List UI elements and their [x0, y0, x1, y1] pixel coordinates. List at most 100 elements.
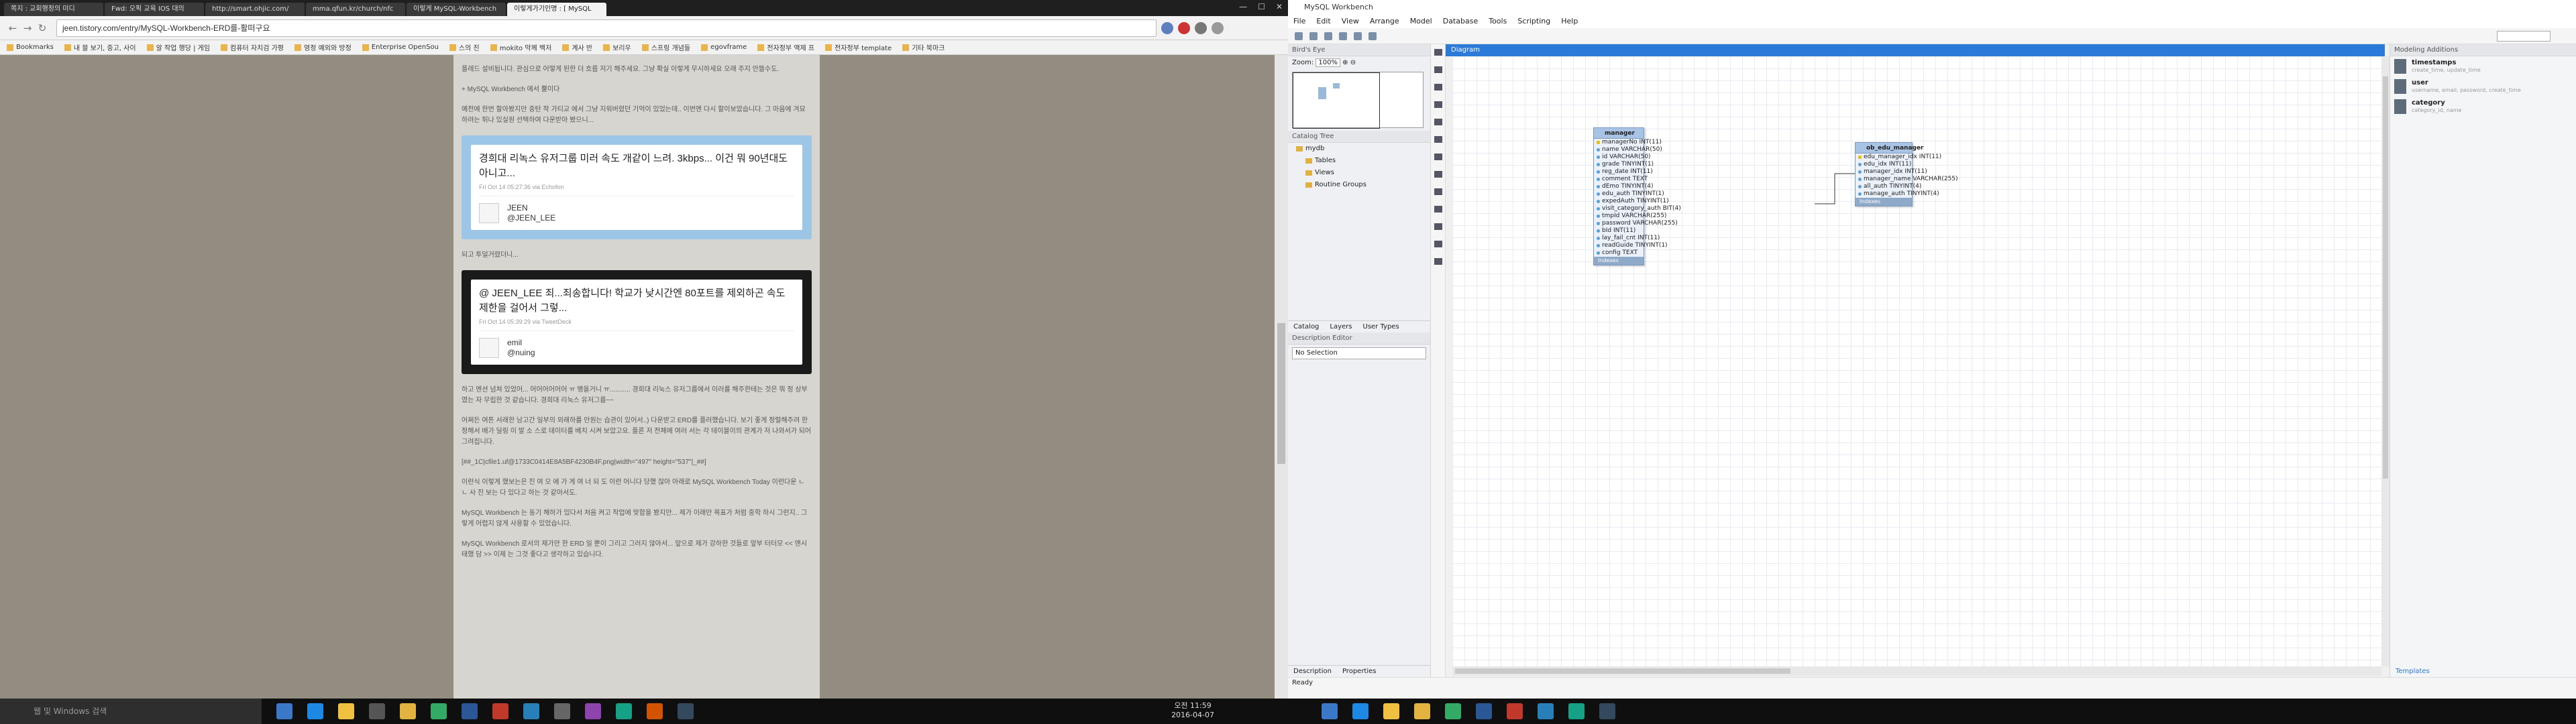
mysql-workbench-icon[interactable] [678, 703, 694, 719]
bookmark[interactable]: mokito 막께 백저 [490, 42, 551, 52]
note-tool-icon[interactable] [1434, 119, 1442, 125]
tab-description[interactable]: Description [1288, 666, 1337, 677]
bookmark[interactable]: 영정 예외와 방정 [294, 42, 352, 52]
entity-manager[interactable]: manager managerNo INT(11) name VARCHAR(50… [1593, 127, 1681, 265]
table-tool-icon[interactable] [1434, 154, 1442, 160]
tweet-text[interactable]: @ JEEN_LEE 죄...죄송합니다! 학교가 낮시간엔 80포트를 제외하… [479, 286, 794, 316]
edge-icon[interactable] [1352, 703, 1368, 719]
tweet-handle[interactable]: @JEEN_LEE [507, 213, 555, 223]
maximize-icon[interactable]: ☐ [1258, 2, 1265, 11]
reload-icon[interactable]: ↻ [35, 22, 50, 34]
horizontal-scrollbar[interactable] [1452, 666, 2381, 676]
snippet-item[interactable]: category category_id, name [2390, 97, 2576, 117]
extension-icon[interactable] [1178, 21, 1190, 34]
menu-help[interactable]: Help [1561, 15, 1578, 28]
entity-column[interactable]: edu_auth TINYINT(1) [1594, 190, 1664, 198]
bookmark[interactable]: 전자정부 액제 프 [757, 42, 814, 52]
forward-icon[interactable]: → [20, 22, 35, 34]
redo-icon[interactable] [1354, 32, 1362, 40]
tweet-text[interactable]: 경희대 리녹스 유저그룹 미러 속도 개같이 느려. 3kbps... 이건 뭐… [479, 152, 794, 181]
app-icon[interactable] [1445, 703, 1461, 719]
entity-column[interactable]: manage_auth TINYINT(4) [1856, 190, 1939, 198]
browser-tab[interactable]: Fwd: 오픽 교육 IOS 대의 [105, 3, 204, 16]
entity-column[interactable]: config TEXT [1594, 249, 1644, 257]
clock[interactable]: 오전 11:59 2016-04-07 [1171, 701, 1214, 720]
scroll-thumb[interactable] [1455, 668, 1790, 674]
entity-column[interactable]: manager_idx INT(11) [1856, 168, 1927, 176]
app-icon[interactable] [462, 703, 478, 719]
bookmark[interactable]: 내 블 보기, 중고, 사이 [64, 42, 136, 52]
app-icon[interactable] [554, 703, 570, 719]
snippet-item[interactable]: timestamps create_time, update_time [2390, 56, 2576, 76]
tweet-name[interactable]: JEEN [507, 203, 555, 213]
entity-column[interactable]: password VARCHAR(255) [1594, 220, 1678, 227]
edge-icon[interactable] [307, 703, 323, 719]
entity-column[interactable]: dEmo TINYINT(4) [1594, 183, 1654, 190]
app-icon[interactable] [1568, 703, 1585, 719]
menu-tools[interactable]: Tools [1489, 15, 1507, 28]
browser-tab[interactable]: mma.qfun.kr/church/nfc [306, 3, 405, 16]
tab-catalog[interactable]: Catalog [1288, 321, 1324, 333]
minimize-icon[interactable]: — [1239, 2, 1247, 11]
birds-eye-view[interactable] [1292, 72, 1424, 129]
new-icon[interactable] [1295, 32, 1303, 40]
entity-column[interactable]: name VARCHAR(50) [1594, 146, 1662, 154]
app-icon[interactable] [431, 703, 447, 719]
bookmark[interactable]: egovframe [701, 44, 747, 51]
menu-model[interactable]: Model [1410, 15, 1432, 28]
menu-scripting[interactable]: Scripting [1517, 15, 1550, 28]
tab-diagram[interactable]: Diagram [1446, 44, 2385, 56]
bookmark[interactable]: Bookmarks [7, 44, 54, 51]
app-icon[interactable] [585, 703, 601, 719]
tab-properties[interactable]: Properties [1337, 666, 1382, 677]
tree-item-mydb[interactable]: mydb [1296, 143, 1430, 155]
browser-tab[interactable]: 쪽지 : 교회행정의 미디 [4, 3, 103, 16]
search-input[interactable] [2497, 31, 2551, 42]
toggle-grid-icon[interactable] [1368, 32, 1377, 40]
tweet-name[interactable]: emil [507, 338, 535, 348]
hand-tool-icon[interactable] [1434, 66, 1442, 73]
entity-ob-edu-manager[interactable]: ob_edu_manager edu_manager_idx INT(11) ed… [1855, 142, 1958, 206]
entity-column[interactable]: readGuide TINYINT(1) [1594, 242, 1668, 249]
bookmark[interactable]: 계사 반 [562, 42, 592, 52]
bookmark[interactable]: 스의 친 [449, 42, 480, 52]
app-icon[interactable] [492, 703, 508, 719]
entity-column[interactable]: bId INT(11) [1594, 227, 1644, 235]
entity-column[interactable]: grade TINYINT(1) [1594, 161, 1654, 168]
diagram-canvas[interactable]: manager managerNo INT(11) name VARCHAR(50… [1452, 56, 2381, 666]
routine-tool-icon[interactable] [1434, 188, 1442, 195]
view-tool-icon[interactable] [1434, 171, 1442, 178]
tree-item-tables[interactable]: Tables [1296, 155, 1430, 167]
relation-1-n-icon[interactable] [1434, 223, 1442, 230]
bookmark[interactable]: Enterprise OpenSou [362, 44, 439, 51]
start-icon[interactable] [1322, 703, 1338, 719]
menu-arrange[interactable]: Arrange [1370, 15, 1399, 28]
tweet-handle[interactable]: @nuing [507, 348, 535, 358]
task-view-icon[interactable] [276, 703, 292, 719]
app-icon[interactable] [523, 703, 539, 719]
save-icon[interactable] [1324, 32, 1332, 40]
explorer-icon[interactable] [1383, 703, 1399, 719]
entity-column[interactable]: visit_category_auth BIT(4) [1594, 205, 1681, 213]
entity-column[interactable]: tmpId VARCHAR(255) [1594, 213, 1666, 220]
bookmark[interactable]: 보리우 [603, 42, 631, 52]
entity-indexes[interactable]: Indexes [1594, 257, 1644, 265]
tree-item-views[interactable]: Views [1296, 167, 1430, 179]
relation-existing-icon[interactable] [1434, 258, 1442, 265]
menu-icon[interactable] [1212, 21, 1224, 34]
menu-file[interactable]: File [1293, 15, 1305, 28]
eraser-tool-icon[interactable] [1434, 84, 1442, 90]
bookmark[interactable]: 기타 북마크 [902, 42, 945, 52]
viewport-frame[interactable] [1293, 72, 1380, 129]
vertical-scrollbar[interactable] [2381, 56, 2390, 666]
entity-column[interactable]: reg_date INT(11) [1594, 168, 1653, 176]
address-bar[interactable]: jeen.tistory.com/entry/MySQL-Workbench-E… [56, 19, 1157, 37]
scroll-thumb[interactable] [2383, 76, 2388, 479]
entity-column[interactable]: manager_name VARCHAR(255) [1856, 176, 1958, 183]
extension-icon[interactable] [1161, 21, 1173, 34]
entity-column[interactable]: comment TEXT [1594, 176, 1648, 183]
entity-column[interactable]: all_auth TINYINT(4) [1856, 183, 1921, 190]
chrome-icon[interactable] [1414, 703, 1430, 719]
bookmark[interactable]: 스프링 개념들 [641, 42, 690, 52]
mysql-workbench-icon[interactable] [1599, 703, 1615, 719]
